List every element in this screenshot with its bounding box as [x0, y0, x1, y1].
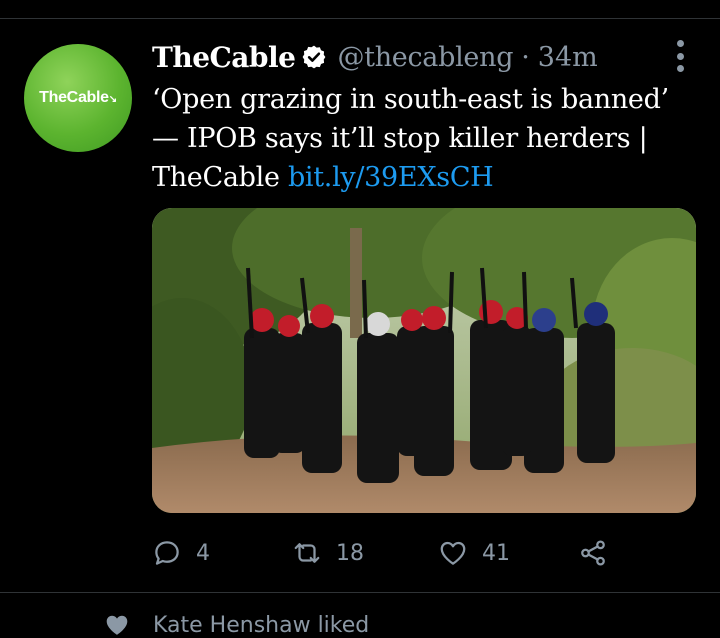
- tweet-actions: 4 18 41: [152, 533, 632, 573]
- avatar-logo-text: TheCable↘: [39, 89, 117, 106]
- tweet-image[interactable]: [152, 208, 696, 513]
- share-button[interactable]: [578, 533, 608, 573]
- like-count: 41: [482, 540, 510, 566]
- retweet-count: 18: [336, 540, 364, 566]
- avatar[interactable]: TheCable↘: [24, 44, 132, 152]
- display-name[interactable]: TheCable: [152, 41, 296, 74]
- reply-button[interactable]: 4: [152, 533, 210, 573]
- tweet-header: TheCable @thecableng · 34m: [152, 38, 598, 76]
- like-button[interactable]: 41: [438, 533, 510, 573]
- share-icon: [581, 540, 605, 566]
- bottom-divider: [0, 592, 720, 593]
- reply-icon: [155, 541, 179, 565]
- tweet-photo: [152, 208, 696, 513]
- retweet-button[interactable]: 18: [292, 533, 364, 573]
- social-context: Kate Henshaw liked: [103, 612, 369, 638]
- timestamp[interactable]: 34m: [538, 42, 598, 73]
- verified-badge-icon: [303, 45, 326, 69]
- tweet-text: ‘Open grazing in south-east is banned’ —…: [152, 80, 697, 197]
- retweet-icon: [294, 543, 320, 563]
- reply-count: 4: [196, 540, 210, 566]
- separator-dot: ·: [521, 41, 530, 73]
- more-options-icon[interactable]: [672, 40, 688, 72]
- social-context-text[interactable]: Kate Henshaw liked: [153, 613, 369, 638]
- heart-icon: [440, 541, 466, 565]
- heart-filled-icon: [106, 615, 128, 635]
- handle[interactable]: @thecableng: [337, 42, 513, 73]
- tweet-link[interactable]: bit.ly/39EXsCH: [288, 162, 494, 193]
- top-divider: [0, 18, 720, 19]
